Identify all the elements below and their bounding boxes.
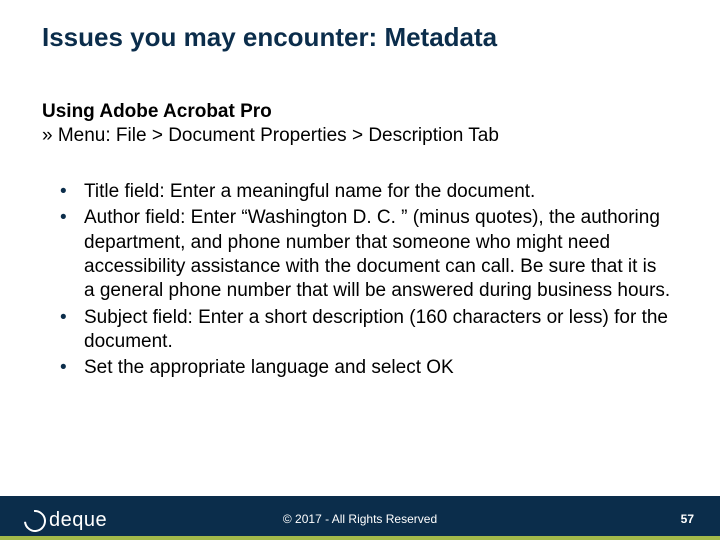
- bullet-list: Title field: Enter a meaningful name for…: [58, 180, 672, 383]
- footer-accent-line: [0, 536, 720, 540]
- subtitle-line1: Using Adobe Acrobat Pro: [42, 100, 678, 124]
- list-item: Subject field: Enter a short description…: [58, 306, 672, 355]
- list-item: Set the appropriate language and select …: [58, 356, 672, 380]
- subtitle-line2: » Menu: File > Document Properties > Des…: [42, 124, 678, 148]
- list-item: Title field: Enter a meaningful name for…: [58, 180, 672, 204]
- slide-title: Issues you may encounter: Metadata: [42, 22, 678, 53]
- slide: Issues you may encounter: Metadata Using…: [0, 0, 720, 540]
- footer-bar: deque © 2017 - All Rights Reserved 57: [0, 496, 720, 540]
- list-item: Author field: Enter “Washington D. C. ” …: [58, 206, 672, 303]
- subtitle-block: Using Adobe Acrobat Pro » Menu: File > D…: [42, 100, 678, 148]
- page-number: 57: [681, 512, 694, 526]
- copyright-text: © 2017 - All Rights Reserved: [0, 512, 720, 526]
